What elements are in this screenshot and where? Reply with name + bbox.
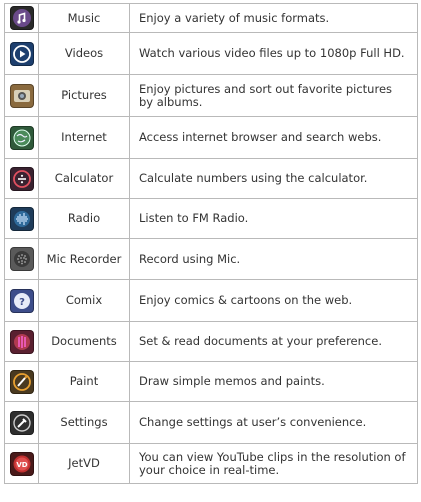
- paint-icon: [9, 369, 34, 394]
- app-name: Internet: [38, 116, 130, 159]
- app-description: Watch various video files up to 1080p Fu…: [129, 32, 418, 75]
- pictures-icon: [9, 83, 34, 108]
- app-name: Calculator: [38, 158, 130, 199]
- jetvd-icon-text: VD: [16, 461, 27, 469]
- table-row: Calculator Calculate numbers using the c…: [4, 158, 418, 199]
- app-name: JetVD: [38, 443, 130, 484]
- app-feature-table: Music Enjoy a variety of music formats. …: [4, 3, 418, 484]
- mic-recorder-icon: [9, 247, 34, 271]
- app-name: Comix: [38, 279, 130, 322]
- svg-text:?: ?: [19, 297, 25, 308]
- app-description: Change settings at user’s convenience.: [129, 401, 418, 444]
- app-description: Enjoy a variety of music formats.: [129, 3, 418, 33]
- table-row: Pictures Enjoy pictures and sort out fav…: [4, 74, 418, 117]
- table-row: VD JetVD You can view YouTube clips in t…: [4, 443, 418, 484]
- app-name: Radio: [38, 198, 130, 239]
- videos-icon: [9, 41, 34, 66]
- app-name: Videos: [38, 32, 130, 75]
- table-row: Internet Access internet browser and sea…: [4, 116, 418, 159]
- app-description: Record using Mic.: [129, 238, 418, 280]
- app-name: Paint: [38, 361, 130, 402]
- radio-icon: [9, 206, 34, 231]
- app-description: Access internet browser and search webs.: [129, 116, 418, 159]
- app-description: Listen to FM Radio.: [129, 198, 418, 239]
- app-description: You can view YouTube clips in the resolu…: [129, 443, 418, 484]
- table-row: Settings Change settings at user’s conve…: [4, 401, 418, 444]
- app-description: Enjoy comics & cartoons on the web.: [129, 279, 418, 322]
- app-description: Draw simple memos and paints.: [129, 361, 418, 402]
- app-name: Pictures: [38, 74, 130, 117]
- internet-icon: [9, 125, 34, 150]
- table-row: ? Comix Enjoy comics & cartoons on the w…: [4, 279, 418, 322]
- app-description: Calculate numbers using the calculator.: [129, 158, 418, 199]
- app-name: Settings: [38, 401, 130, 444]
- settings-icon: [9, 410, 34, 435]
- table-row: Paint Draw simple memos and paints.: [4, 361, 418, 402]
- app-description: Enjoy pictures and sort out favorite pic…: [129, 74, 418, 117]
- table-row: Mic Recorder Record using Mic.: [4, 238, 418, 280]
- table-row: Videos Watch various video files up to 1…: [4, 32, 418, 75]
- app-name: Mic Recorder: [38, 238, 130, 280]
- table-row: Radio Listen to FM Radio.: [4, 198, 418, 239]
- table-row: Documents Set & read documents at your p…: [4, 321, 418, 362]
- music-icon: [9, 6, 34, 30]
- calculator-icon: [9, 166, 34, 191]
- jetvd-icon: VD: [9, 451, 34, 476]
- table-row: Music Enjoy a variety of music formats.: [4, 3, 418, 33]
- app-description: Set & read documents at your preference.: [129, 321, 418, 362]
- app-name: Documents: [38, 321, 130, 362]
- comix-icon: ?: [9, 288, 34, 313]
- app-name: Music: [38, 3, 130, 33]
- documents-icon: [9, 329, 34, 354]
